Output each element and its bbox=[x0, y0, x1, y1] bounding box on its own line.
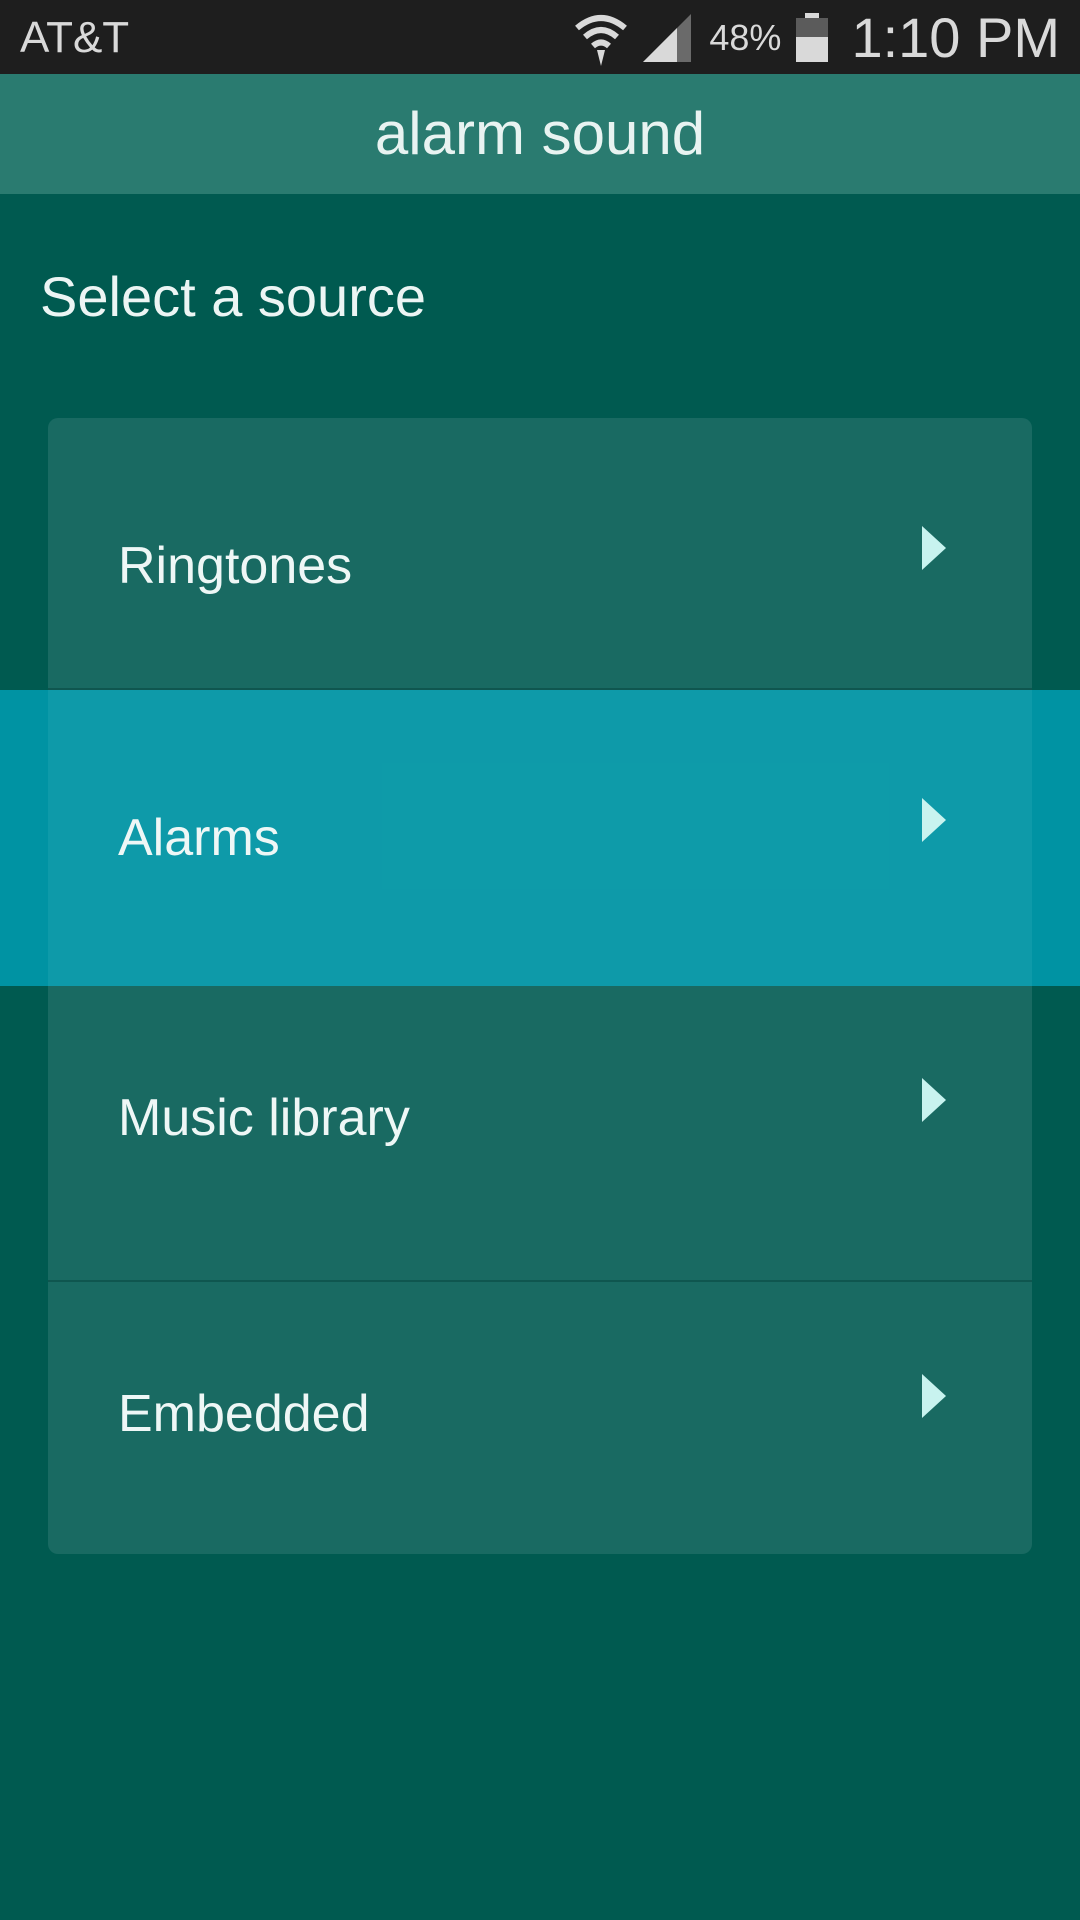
source-item-alarms[interactable]: Alarms bbox=[0, 690, 1080, 986]
chevron-right-icon bbox=[922, 1078, 946, 1122]
chevron-right-icon bbox=[922, 1374, 946, 1418]
source-item-ringtones[interactable]: Ringtones bbox=[48, 418, 1032, 714]
battery-percent: 48% bbox=[709, 17, 782, 58]
source-item-label: Ringtones bbox=[118, 537, 353, 595]
source-item-embedded[interactable]: Embedded bbox=[48, 1266, 1032, 1562]
wifi-icon bbox=[573, 10, 629, 66]
status-bar: AT&T 48% 1:10 PM bbox=[0, 0, 1080, 74]
source-item-label: Alarms bbox=[118, 809, 280, 867]
title-bar: alarm sound bbox=[0, 74, 1080, 194]
source-list: Ringtones Music library Embedded bbox=[48, 418, 1032, 1554]
source-item-label: Embedded bbox=[118, 1385, 370, 1443]
source-item-label: Music library bbox=[118, 1089, 410, 1147]
status-icons: 48% 1:10 PM bbox=[559, 8, 1060, 68]
chevron-right-icon bbox=[922, 526, 946, 570]
signal-icon bbox=[643, 14, 692, 62]
clock: 1:10 PM bbox=[851, 6, 1060, 69]
source-item-music-library[interactable]: Music library bbox=[48, 970, 1032, 1266]
carrier-name: AT&T bbox=[20, 13, 130, 62]
chevron-right-icon bbox=[922, 798, 946, 842]
page-title: alarm sound bbox=[374, 100, 706, 167]
section-heading: Select a source bbox=[40, 265, 426, 328]
battery-icon bbox=[795, 13, 829, 63]
